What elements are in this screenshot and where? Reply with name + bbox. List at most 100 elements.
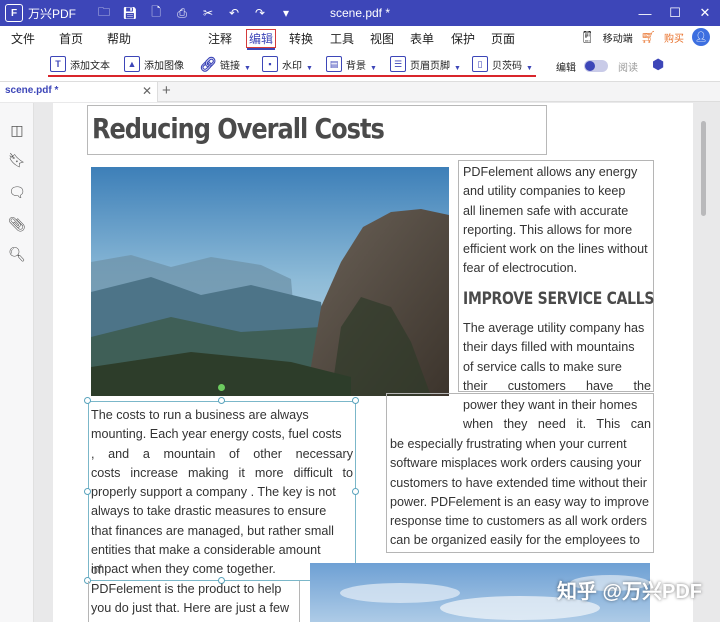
document-tab-bar: scene.pdf * ✕ + [0,82,720,102]
scissors-icon[interactable]: ✂ [198,3,218,23]
text-line: always to take drastic measures to ensur… [91,504,327,519]
mountain-image[interactable] [91,167,449,396]
left-panel: ◫ 🔖︎ 🗨︎ 📎︎ 🔍︎ [0,103,34,622]
tab-scene-pdf[interactable]: scene.pdf * ✕ [0,82,158,102]
attachment-icon[interactable]: 📎︎ [8,215,26,233]
text-line: of service calls to make sure [463,359,622,374]
chevron-down-icon[interactable]: ▼ [244,65,251,72]
menu-bar: 文件 首页 帮助 注释 编辑 转换 工具 视图 表单 保护 页面 📱︎ 移动端 … [0,26,720,50]
menu-tools[interactable]: 工具 [330,30,354,47]
text-line: The average utility company has [463,321,645,335]
dropdown-icon[interactable]: ▾ [276,3,296,23]
cart-icon[interactable]: 🛒︎ [641,30,656,44]
resize-handle[interactable] [84,488,91,495]
search-icon[interactable]: 🔍︎ [8,245,26,263]
watermark-icon: ▪ [262,56,278,72]
settings-hex-icon[interactable]: ⬢ [652,56,664,73]
watermark-text: 知乎 @万兴PDF [556,581,702,603]
text-line: response time to customers as all work o… [390,514,647,529]
menu-home[interactable]: 首页 [59,30,83,47]
read-mode-label: 阅读 [618,63,638,74]
chevron-down-icon[interactable]: ▼ [526,65,533,72]
thumbnails-icon[interactable]: ◫ [8,121,26,139]
menu-help[interactable]: 帮助 [107,30,131,47]
text-line: fear of electrocution. [463,261,578,276]
user-icon[interactable]: 👤︎ [692,28,710,46]
undo-icon[interactable]: ↶ [224,3,244,23]
text-line: PDFelement allows any energy [463,165,638,179]
mobile-icon[interactable]: 📱︎ [580,30,595,44]
chevron-down-icon[interactable]: ▼ [306,65,313,72]
text-line: costs increase making it more difficult … [91,465,353,480]
document-canvas[interactable]: Reducing Overall Costs PDFelement allows… [35,103,720,622]
rotate-handle[interactable] [218,384,225,391]
background-button[interactable]: ▤ 背景 ▼ [326,56,377,72]
folder-icon[interactable]: 🗀 [94,3,114,23]
close-tab-icon[interactable]: ✕ [142,84,152,98]
print-icon[interactable]: ⎙ [172,3,192,23]
minimize-icon[interactable]: — [630,0,660,26]
pdf-page[interactable]: Reducing Overall Costs PDFelement allows… [53,103,693,622]
menu-comment[interactable]: 注释 [208,30,232,47]
header-footer-icon: ☰ [390,56,406,72]
edit-read-toggle[interactable] [584,60,608,72]
bates-button[interactable]: ▯ 贝茨码 ▼ [472,56,533,72]
text-line: software misplaces work orders causing y… [390,456,642,471]
header-footer-button[interactable]: ☰ 页眉页脚 ▼ [390,56,461,72]
resize-handle[interactable] [218,397,225,404]
text-line: mounting. Each year energy costs, fuel c… [91,427,342,442]
text-line: all linemen safe with accurate [463,203,629,218]
mountain-image-graphic [91,167,449,396]
heading-text-box[interactable]: Reducing Overall Costs [87,105,547,155]
menu-file[interactable]: 文件 [11,30,35,47]
wide-text-block[interactable]: be especially frustrating when your curr… [390,435,652,551]
file-icon[interactable]: 🗋 [146,3,166,23]
page-heading[interactable]: Reducing Overall Costs [92,112,385,145]
save-icon[interactable]: 💾︎ [120,3,140,23]
link-button[interactable]: 🔗︎ 链接 ▼ [199,56,251,72]
text-line: power. PDFelement is an easy way to impr… [390,494,649,509]
overlap-text: of [91,563,102,577]
add-text-label: 添加文本 [70,60,110,72]
header-footer-label: 页眉页脚 [410,60,450,72]
menu-convert[interactable]: 转换 [289,30,313,47]
menu-page[interactable]: 页面 [491,30,515,47]
watermark-button[interactable]: ▪ 水印 ▼ [262,56,313,72]
edit-ribbon: T 添加文本 ▲ 添加图像 🔗︎ 链接 ▼ ▪ 水印 ▼ ▤ 背景 ▼ ☰ 页眉… [0,50,720,82]
title-bar: F 万兴PDF 🗀 💾︎ 🗋 ⎙ ✂ ↶ ↷ ▾ scene.pdf * — ☐… [0,0,720,26]
text-line: properly support a company . The key is … [91,485,336,500]
maximize-icon[interactable]: ☐ [660,0,690,26]
redo-icon[interactable]: ↷ [250,3,270,23]
text-line: and utility companies to keep [463,184,626,199]
scrollbar-thumb[interactable] [701,121,706,216]
mobile-link[interactable]: 移动端 [603,30,633,45]
text-line: be especially frustrating when your curr… [390,437,627,451]
text-line: efficient work on the lines without [463,242,648,257]
menu-form[interactable]: 表单 [410,30,434,47]
vertical-scrollbar[interactable] [698,103,710,622]
add-text-button[interactable]: T 添加文本 [50,56,110,72]
tab-label: scene.pdf * [5,85,59,96]
section-heading[interactable]: IMPROVE SERVICE CALLS [463,289,654,309]
comment-icon[interactable]: 🗨︎ [8,183,26,201]
menu-edit[interactable]: 编辑 [246,29,277,50]
left-text-block[interactable]: The costs to run a business are always m… [91,406,353,580]
quick-access-toolbar: 🗀 💾︎ 🗋 ⎙ ✂ ↶ ↷ ▾ [94,3,296,23]
text-icon: T [50,56,66,72]
lower-text-box-border [88,581,300,622]
close-icon[interactable]: ✕ [690,0,720,26]
new-tab-icon[interactable]: + [162,82,171,99]
right-text-block-1[interactable]: PDFelement allows any energy and utility… [463,163,651,279]
menu-view[interactable]: 视图 [370,30,394,47]
chevron-down-icon[interactable]: ▼ [370,65,377,72]
resize-handle[interactable] [352,488,359,495]
menu-protect[interactable]: 保护 [451,30,475,47]
resize-handle[interactable] [84,397,91,404]
chevron-down-icon[interactable]: ▼ [454,65,461,72]
text-line: customers to have extended time without … [390,475,647,490]
add-image-button[interactable]: ▲ 添加图像 [124,56,184,72]
bookmark-icon[interactable]: 🔖︎ [8,151,26,169]
active-ribbon-underline [48,75,536,77]
resize-handle[interactable] [352,397,359,404]
buy-link[interactable]: 购买 [664,30,684,45]
